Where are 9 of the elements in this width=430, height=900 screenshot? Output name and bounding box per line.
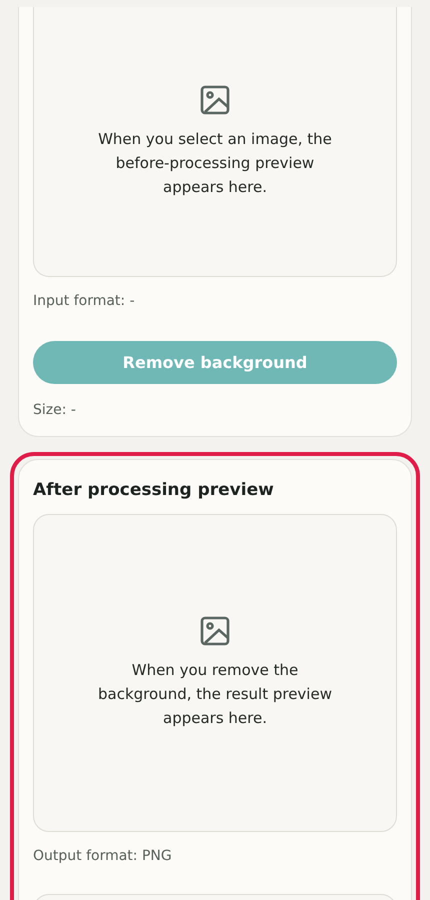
remove-background-button[interactable]: Remove background [33, 341, 397, 384]
format-label: Input format: - [33, 293, 136, 309]
size-label: Size: - [33, 402, 77, 418]
preview-hint: When you remove the background, the result preview appears here. [97, 660, 333, 729]
format-label: Output format: PNG [33, 848, 173, 864]
section-title: After processing preview [33, 480, 275, 500]
image-icon [200, 616, 230, 646]
preview-hint: When you select an image, the before-processing preview appears here. [97, 128, 333, 198]
image-icon [200, 84, 230, 114]
